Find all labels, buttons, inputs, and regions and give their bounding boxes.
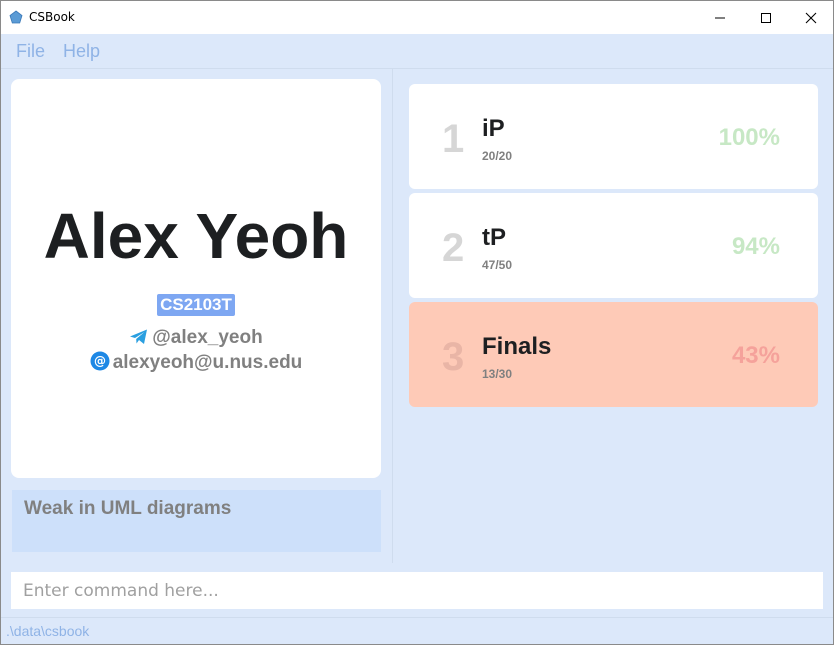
minimize-button[interactable] (697, 1, 743, 34)
telegram-line: @alex_yeoh (11, 327, 381, 349)
telegram-icon (130, 329, 148, 344)
command-input[interactable] (11, 572, 823, 609)
assessment-name: Finals (482, 333, 552, 360)
assessment-score: 13/30 (482, 367, 513, 381)
close-icon (805, 12, 817, 23)
assessment-card[interactable]: 3 Finals 13/30 43% (409, 302, 818, 407)
menu-help[interactable]: Help (63, 41, 100, 62)
assessment-percent: 43% (731, 342, 780, 369)
profile-card: Alex Yeoh CS2103T @alex_yeoh @ alexyeoh@… (11, 79, 381, 478)
menu-file[interactable]: File (16, 41, 45, 62)
assessment-index: 2 (442, 226, 465, 270)
telegram-handle: @alex_yeoh (152, 327, 263, 348)
assessment-card[interactable]: 1 iP 20/20 100% (409, 84, 818, 189)
email-address: alexyeoh@u.nus.edu (112, 352, 303, 373)
window-title: CSBook (29, 10, 75, 24)
svg-text:@: @ (94, 354, 106, 368)
assessment-percent: 94% (731, 233, 780, 260)
status-bar: .\data\csbook (1, 617, 833, 644)
person-detail-pane: Alex Yeoh CS2103T @alex_yeoh @ alexyeoh@… (1, 69, 393, 563)
menu-bar: File Help (1, 34, 833, 69)
title-bar: CSBook (1, 1, 833, 34)
command-box (1, 564, 833, 616)
assessment-score: 20/20 (482, 149, 513, 163)
assessment-index: 3 (442, 335, 465, 379)
assessment-index: 1 (442, 117, 465, 161)
email-at-icon: @ (90, 351, 110, 371)
data-file-path: .\data\csbook (6, 623, 90, 639)
app-window: CSBook File Help Alex Yeoh CS2103T @alex… (0, 0, 834, 645)
maximize-icon (761, 12, 771, 23)
assessment-percent: 100% (718, 124, 780, 151)
notes-box: Weak in UML diagrams (12, 490, 381, 552)
pentagon-app-icon (9, 10, 23, 24)
tag-badge: CS2103T (157, 294, 235, 316)
email-line: @ alexyeoh@u.nus.edu (11, 351, 381, 374)
assessment-name: tP (482, 224, 506, 251)
tag-list: CS2103T (11, 294, 381, 316)
assessment-card[interactable]: 2 tP 47/50 94% (409, 193, 818, 298)
assessment-name: iP (482, 115, 505, 142)
profile-name: Alex Yeoh (43, 200, 349, 272)
assessment-list: 1 iP 20/20 100% 2 tP 47/50 94% 3 Finals … (393, 69, 833, 563)
minimize-icon (715, 17, 725, 18)
notes-text: Weak in UML diagrams (24, 498, 232, 519)
maximize-button[interactable] (743, 1, 789, 34)
close-button[interactable] (788, 1, 833, 34)
assessment-score: 47/50 (482, 258, 513, 272)
